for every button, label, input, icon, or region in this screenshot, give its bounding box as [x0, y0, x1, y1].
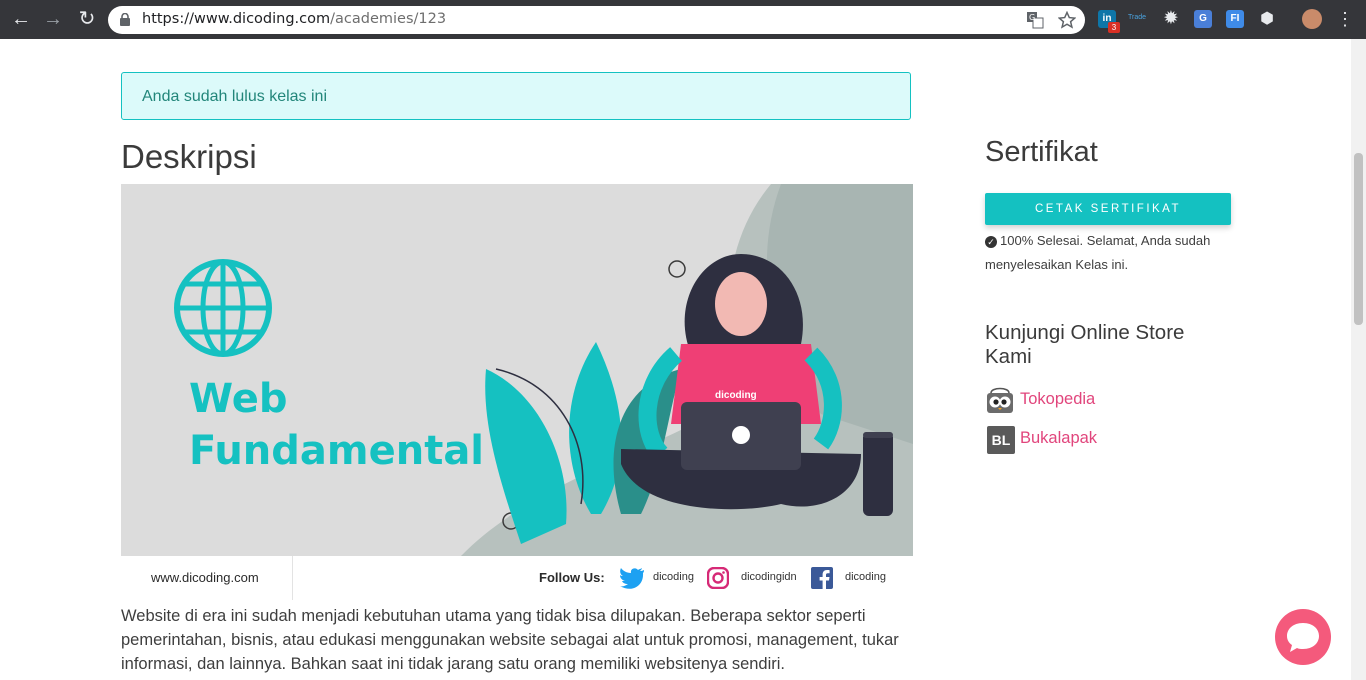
profile-avatar[interactable] [1302, 9, 1322, 29]
back-icon[interactable]: ← [10, 8, 32, 30]
banner-illustration [174, 184, 913, 556]
description-text: Website di era ini sudah menjadi kebutuh… [121, 607, 899, 673]
lock-icon [120, 13, 130, 26]
translate-icon[interactable]: G [1026, 11, 1044, 29]
banner-title-line1: Web [189, 376, 288, 422]
facebook-handle: dicoding [811, 567, 886, 589]
laptop-brand-text: dicoding [715, 390, 757, 401]
forward-icon[interactable]: → [42, 8, 64, 30]
instagram-icon [706, 566, 730, 590]
f-extension-icon[interactable]: FI [1226, 10, 1244, 28]
description-heading: Deskripsi [121, 138, 257, 175]
bukalapak-icon: BL [987, 426, 1015, 454]
banner-footer-divider [292, 556, 293, 600]
address-bar[interactable]: https://www.dicoding.com/academies/123 G [108, 6, 1085, 34]
trade-extension-icon[interactable]: Trade [1128, 14, 1146, 21]
online-store-heading: Kunjungi Online Store Kami [985, 321, 1185, 368]
url-text: https://www.dicoding.com/academies/123 [142, 11, 447, 27]
print-certificate-button[interactable]: CETAK SERTIFIKAT [985, 193, 1231, 225]
banner-site-text: www.dicoding.com [151, 570, 259, 585]
tokopedia-icon [987, 387, 1013, 413]
banner-title-line2: Fundamental [189, 428, 485, 474]
check-circle-icon: ✓ [985, 235, 997, 248]
twitter-icon [620, 568, 644, 589]
google-translate-extension-icon[interactable]: G [1194, 10, 1212, 28]
cube-extension-icon[interactable]: ⬢ [1258, 10, 1276, 28]
follow-us-label: Follow Us: [539, 570, 605, 585]
svg-text:G: G [1029, 13, 1035, 22]
scrollbar-thumb[interactable] [1354, 153, 1363, 325]
chat-button[interactable] [1275, 609, 1331, 665]
facebook-icon [811, 567, 833, 589]
course-banner: Web Fundamental dicoding [121, 184, 913, 556]
menu-icon[interactable]: ⋮ [1334, 8, 1356, 30]
browser-toolbar: ← → ↻ https://www.dicoding.com/academies… [0, 0, 1366, 39]
star-icon[interactable] [1058, 11, 1076, 29]
twitter-handle: dicoding [619, 567, 694, 589]
page-scrollbar[interactable] [1351, 39, 1366, 680]
gear-extension-icon[interactable]: ✹ [1162, 10, 1180, 28]
certificate-heading: Sertifikat [985, 136, 1098, 168]
extension-badge: 3 [1108, 22, 1120, 33]
completion-status: ✓ 100% Selesai. Selamat, Anda sudah menye… [985, 233, 1211, 272]
store-link-tokopedia[interactable]: Tokopedia [985, 385, 1095, 415]
reload-icon[interactable]: ↻ [76, 8, 98, 30]
passed-alert: Anda sudah lulus kelas ini [121, 72, 911, 120]
instagram-handle: dicodingidn [706, 566, 797, 590]
banner-footer: www.dicoding.com Follow Us: dicoding dic… [121, 556, 913, 600]
chat-bubble-icon [1287, 623, 1319, 652]
